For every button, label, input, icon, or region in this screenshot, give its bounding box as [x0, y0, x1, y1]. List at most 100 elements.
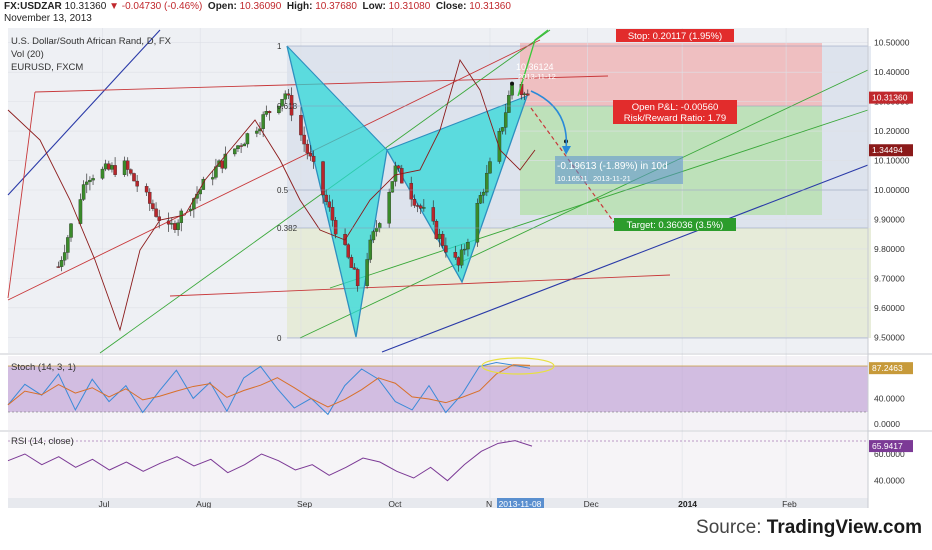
candle-body [522, 93, 527, 95]
lower-fib-zone [287, 228, 871, 338]
candle-body [330, 207, 335, 221]
candle-body [377, 223, 382, 229]
candle-body [324, 194, 328, 202]
candle-body [255, 130, 259, 134]
source-brand[interactable]: TradingView.com [767, 517, 922, 538]
candle-body [349, 257, 354, 268]
fib-level-label: 0.618 [277, 102, 298, 111]
high-date-label: 2013-11-12 [518, 72, 556, 81]
price-tick-label: 10.40000 [874, 67, 910, 77]
price-tag-label: 1.34494 [872, 145, 903, 155]
candle-body [365, 259, 369, 287]
candle-body [305, 143, 310, 154]
candle-body [485, 172, 489, 193]
stoch-legend[interactable]: Stoch (14, 3, 1) [11, 362, 76, 373]
candle-body [444, 245, 448, 253]
candle-body [453, 252, 458, 258]
candle-body [500, 127, 505, 132]
candle-body [400, 168, 404, 184]
candle-body [170, 223, 174, 225]
candle-body [125, 160, 130, 170]
fib-level-label: 0.382 [277, 224, 298, 233]
high-marker [510, 81, 515, 86]
price-tick-label: 9.70000 [874, 273, 905, 283]
candle-body [488, 161, 492, 174]
price-tick-label: 10.20000 [874, 126, 910, 136]
price-tick-label: 10.00000 [874, 185, 910, 195]
price-tick-label: 9.80000 [874, 244, 905, 254]
candle-body [333, 220, 338, 235]
candle-body [245, 133, 250, 145]
stop-label: Stop: 0.20117 (1.95%) [628, 31, 722, 42]
source-prefix: Source: [696, 517, 767, 538]
candle-body [220, 160, 224, 169]
candle-body [59, 260, 64, 267]
candle-body [144, 186, 149, 193]
candle-body [475, 203, 480, 243]
candle-body [431, 207, 436, 222]
candle-body [107, 163, 111, 170]
source-footer: Source: TradingView.com [0, 508, 932, 550]
candle-body [132, 173, 136, 182]
candle-body [239, 145, 243, 147]
candle-body [66, 237, 70, 253]
candle-body [69, 223, 73, 238]
forecast-date-label: 2013-11-21 [593, 174, 631, 183]
risk-reward-label: Risk/Reward Ratio: 1.79 [624, 113, 726, 124]
stop-zone [520, 43, 822, 106]
candle-body [311, 155, 316, 162]
candle-body [264, 111, 269, 115]
candle-body [211, 177, 215, 180]
candle-body [355, 269, 360, 287]
vol-legend[interactable]: Vol (20) [11, 49, 44, 60]
price-tick-label: 9.90000 [874, 214, 905, 224]
source-text: Source: TradingView.com [696, 517, 922, 539]
candle-body [151, 203, 155, 209]
candle-body [390, 181, 395, 193]
candle-body [135, 180, 139, 187]
candle-body [56, 266, 61, 268]
price-chart[interactable]: 1 0.618 0.5 0.382 0 Stop: 0.20117 (1.95%) 10… [0, 0, 932, 550]
fib-level-label: 0 [277, 334, 282, 343]
compare-legend[interactable]: EURUSD, FXCM [11, 62, 83, 73]
rsi-value-label: 65.9417 [872, 441, 903, 451]
candle-body [415, 205, 420, 207]
candle-body [188, 208, 193, 212]
candle-body [368, 239, 373, 260]
candle-body [371, 231, 376, 241]
price-tick-label: 10.10000 [874, 156, 910, 166]
price-tick-label: 10.50000 [874, 38, 910, 48]
candle-body [78, 199, 83, 224]
stoch-value-label: 87.2463 [872, 363, 903, 373]
candle-body [88, 179, 92, 183]
forecast-price-label: 10.16511 [557, 174, 588, 183]
candle-body [409, 183, 413, 200]
candle-body [327, 201, 332, 208]
candle-body [387, 192, 391, 224]
price-axis-tags: 10.31360 1.34494 [869, 91, 913, 157]
price-axis[interactable]: 10.5000010.4000010.3000010.2000010.10000… [874, 38, 910, 343]
price-tick-label: 9.50000 [874, 332, 905, 342]
candle-body [236, 145, 240, 150]
candle-body [437, 233, 442, 239]
main-legend[interactable]: U.S. Dollar/South African Rand, D, FX [11, 36, 172, 47]
candle-body [129, 169, 133, 174]
candle-body [122, 160, 127, 175]
candle-body [481, 191, 486, 196]
candle-body [422, 207, 426, 209]
candle-body [503, 112, 508, 128]
target-label: Target: 0.36036 (3.5%) [627, 220, 724, 231]
candle-body [510, 84, 514, 96]
fib-level-label: 1 [277, 42, 282, 51]
stoch-tick-label: 0.0000 [874, 419, 900, 429]
price-tick-label: 9.60000 [874, 303, 905, 313]
rsi-legend[interactable]: RSI (14, close) [11, 436, 74, 447]
candle-body [81, 184, 86, 200]
candle-body [113, 165, 117, 175]
candle-body [176, 222, 180, 230]
candle-body [434, 220, 439, 239]
candle-body [267, 111, 272, 114]
candle-body [396, 165, 401, 169]
candle-body [110, 165, 114, 170]
candle-body [302, 134, 306, 145]
